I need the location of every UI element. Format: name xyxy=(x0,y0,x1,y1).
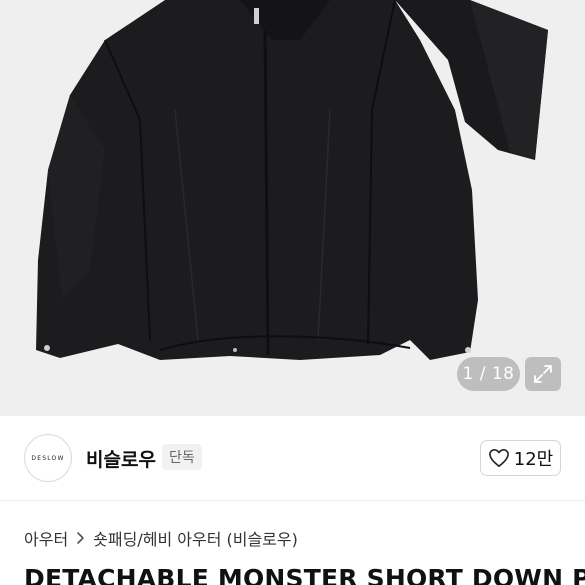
brand-logo-text: DESLOW xyxy=(31,454,65,462)
product-image-gallery[interactable]: 1 / 18 xyxy=(0,0,585,416)
expand-arrows-icon xyxy=(534,365,552,383)
brand-logo[interactable]: DESLOW xyxy=(24,434,72,482)
chevron-right-icon xyxy=(76,531,85,545)
product-title: DETACHABLE MONSTER SHORT DOWN PA xyxy=(24,564,585,585)
brand-name[interactable]: 비슬로우 xyxy=(86,445,156,472)
expand-button[interactable] xyxy=(525,357,561,391)
exclusive-badge: 단독 xyxy=(162,444,202,470)
breadcrumb-item-outer[interactable]: 아우터 xyxy=(24,526,68,550)
like-count: 12만 xyxy=(513,449,554,470)
like-button[interactable]: 12만 xyxy=(480,440,561,476)
divider xyxy=(0,500,585,501)
brand-row: DESLOW 비슬로우 단독 12만 xyxy=(0,416,585,500)
heart-outline-icon xyxy=(488,449,509,467)
product-image xyxy=(36,0,548,360)
breadcrumb-item-category[interactable]: 숏패딩/헤비 아우터 (비슬로우) xyxy=(93,526,298,550)
breadcrumb: 아우터 숏패딩/헤비 아우터 (비슬로우) xyxy=(24,526,298,550)
image-counter: 1 / 18 xyxy=(457,357,520,391)
